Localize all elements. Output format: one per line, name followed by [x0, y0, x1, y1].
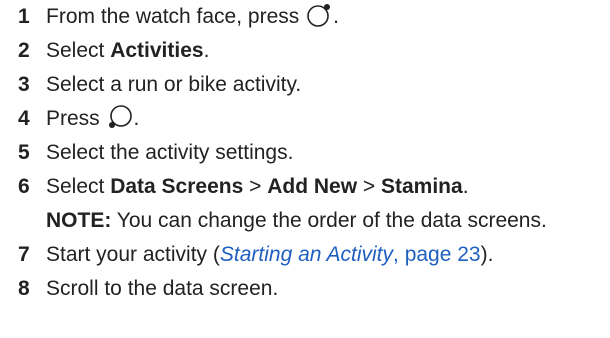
step-text: Select the activity settings. [46, 141, 294, 164]
activities-label: Activities [110, 39, 204, 62]
step-text: Select a run or bike activity. [46, 73, 302, 96]
data-screens-label: Data Screens [110, 175, 244, 198]
step-number: 4 [18, 107, 30, 130]
step-4: 4 Press . [18, 102, 139, 136]
step-text: Start your activity ( [46, 243, 220, 266]
step-number: 1 [18, 5, 30, 28]
note-label: NOTE: [46, 209, 112, 232]
step-7: 7 Start your activity (Starting an Activi… [18, 238, 493, 272]
step-text: Press [46, 107, 100, 130]
step-number: 2 [18, 39, 30, 62]
step-punct: . [203, 39, 210, 62]
page-reference-link[interactable]: page 23 [405, 243, 481, 266]
step-number: 5 [18, 141, 30, 164]
separator: > [243, 175, 268, 198]
separator: > [357, 175, 381, 198]
step-punct: . [133, 107, 140, 130]
add-new-label: Add New [267, 175, 358, 198]
step-number: 7 [18, 243, 30, 266]
step-number: 3 [18, 73, 30, 96]
instruction-steps: 1 From the watch face, press . 2 Select Ac… [0, 0, 610, 338]
step-2: 2 Select Activities. [18, 34, 209, 68]
step-text: Scroll to the data screen. [46, 277, 279, 300]
step-number: 6 [18, 175, 30, 198]
step-6: 6 Select Data Screens > Add New > Stamina… [18, 170, 469, 204]
stamina-label: Stamina [381, 175, 463, 198]
note-text: You can change the order of the data scr… [111, 209, 547, 232]
step-6-note: NOTE: You can change the order of the da… [18, 204, 547, 238]
starting-an-activity-link[interactable]: Starting an Activity [220, 243, 393, 266]
step-1: 1 From the watch face, press . [18, 0, 339, 34]
step-5: 5 Select the activity settings. [18, 136, 293, 170]
step-text: From the watch face, press [46, 5, 300, 28]
step-number: 8 [18, 277, 30, 300]
step-punct: ). [480, 243, 494, 266]
watch-button-top-right-icon [306, 2, 332, 39]
step-punct: . [333, 5, 339, 28]
step-text: Select [46, 175, 111, 198]
step-8: 8 Scroll to the data screen. [18, 272, 278, 306]
page-ref-comma: , [393, 243, 405, 266]
step-punct: . [462, 175, 469, 198]
step-text: Select [46, 39, 111, 62]
step-3: 3 Select a run or bike activity. [18, 68, 301, 102]
